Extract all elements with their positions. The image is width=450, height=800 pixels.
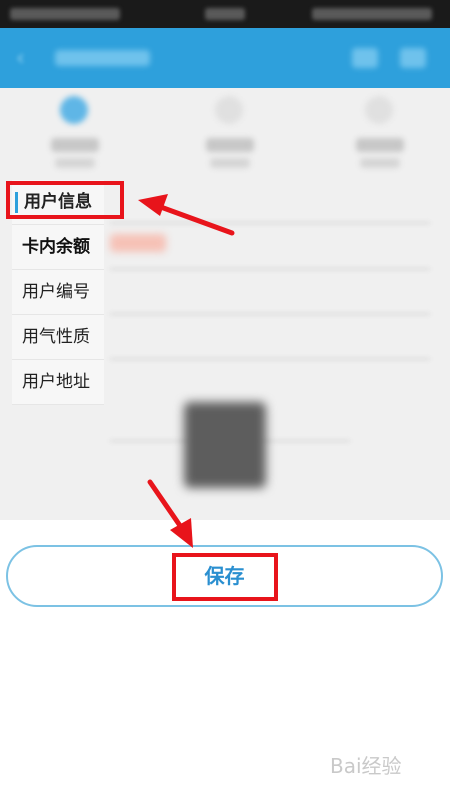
baidu-watermark: Bai经验 — [330, 748, 440, 784]
annotation-arrow-icon — [138, 194, 235, 236]
annotation-arrows — [138, 194, 235, 548]
watermark-text: Bai经验 — [330, 754, 402, 778]
annotation-arrow-icon — [147, 479, 193, 548]
